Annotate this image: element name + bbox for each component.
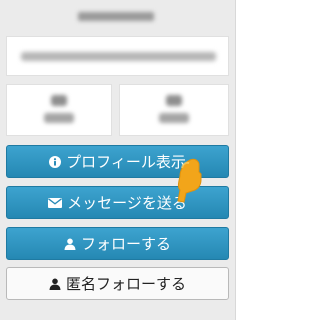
stat-box-followers[interactable]	[119, 84, 229, 136]
user-icon	[64, 238, 76, 250]
anonymous-follow-button[interactable]: 匿名フォローする	[6, 267, 229, 300]
envelope-icon	[48, 197, 63, 208]
view-profile-button[interactable]: プロフィール表示	[6, 145, 229, 178]
stat-box-following[interactable]	[6, 84, 112, 136]
profile-card: プロフィール表示 メッセージを送る フォローする 匿名フォローする	[0, 0, 235, 320]
anonymous-follow-label: 匿名フォローする	[65, 275, 186, 293]
send-message-label: メッセージを送る	[67, 194, 187, 212]
info-icon	[49, 155, 62, 168]
view-profile-label: プロフィール表示	[66, 153, 186, 171]
user-icon	[49, 278, 61, 290]
user-name-blurred	[40, 4, 194, 28]
follow-label: フォローする	[80, 235, 171, 253]
follow-button[interactable]: フォローする	[6, 227, 229, 260]
panel-divider	[235, 0, 241, 320]
send-message-button[interactable]: メッセージを送る	[6, 186, 229, 219]
user-bio-blurred	[6, 36, 229, 76]
